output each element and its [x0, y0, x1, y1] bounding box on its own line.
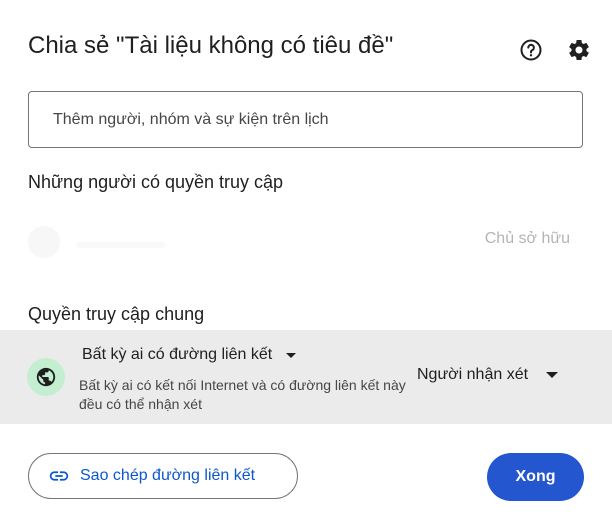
role-dropdown[interactable]: Người nhận xét [417, 366, 559, 384]
general-access-dropdown[interactable]: Bất kỳ ai có đường liên kết [82, 346, 297, 364]
people-with-access-title: Những người có quyền truy cập [28, 172, 284, 192]
chevron-down-icon [546, 366, 559, 384]
avatar [28, 226, 60, 258]
owner-name-placeholder [76, 242, 166, 248]
owner-row: Chủ sở hữu [28, 224, 578, 260]
general-access-description: Bất kỳ ai có kết nối Internet và có đườn… [79, 377, 406, 412]
dialog-title: Chia sẻ "Tài liệu không có tiêu đề" [28, 32, 394, 59]
link-icon [48, 465, 70, 487]
gear-icon [569, 39, 589, 60]
general-access-row: Bất kỳ ai có đường liên kết Bất kỳ ai có… [0, 330, 612, 424]
general-access-selected: Bất kỳ ai có đường liên kết [82, 346, 273, 363]
done-button[interactable]: Xong [487, 453, 584, 501]
general-access-title: Quyền truy cập chung [28, 304, 205, 324]
share-dialog: Chia sẻ "Tài liệu không có tiêu đề" Nhữn… [0, 0, 612, 529]
help-button[interactable] [517, 36, 545, 64]
globe-icon [36, 367, 56, 387]
add-people-input[interactable] [29, 92, 582, 147]
globe-icon-badge [27, 358, 65, 396]
copy-link-button[interactable]: Sao chép đường liên kết [28, 453, 298, 499]
chevron-down-icon [286, 346, 297, 364]
copy-link-label: Sao chép đường liên kết [80, 467, 256, 484]
owner-role-label: Chủ sở hữu [484, 230, 570, 247]
help-circle-icon [520, 39, 542, 61]
settings-button[interactable] [565, 36, 593, 64]
role-selected: Người nhận xét [417, 366, 529, 383]
add-people-field[interactable] [28, 91, 583, 148]
